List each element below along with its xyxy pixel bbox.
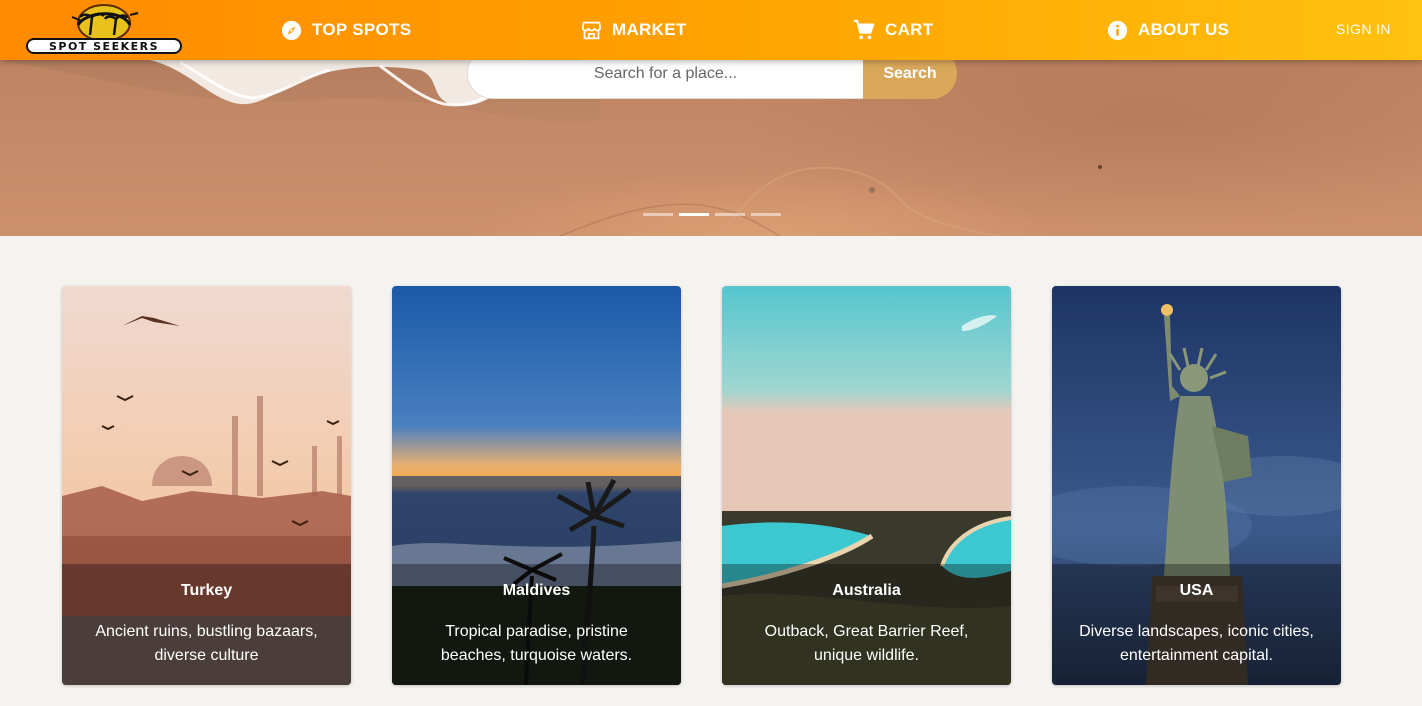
nav-top-spots[interactable]: TOP SPOTS (280, 18, 411, 42)
card-description: Ancient ruins, bustling bazaars, diverse… (95, 623, 318, 664)
card-description: Outback, Great Barrier Reef, unique wild… (764, 623, 969, 664)
nav-market[interactable]: MARKET (580, 18, 687, 42)
carousel-indicators (643, 213, 781, 216)
nav-cart[interactable]: CART (853, 18, 933, 42)
card-title: Turkey (180, 582, 233, 599)
card-description: Diverse landscapes, iconic cities, enter… (1079, 623, 1314, 664)
brand-logo[interactable]: SPOT SEEKERS (26, 3, 182, 57)
brand-name: SPOT SEEKERS (26, 38, 182, 54)
compass-icon (280, 19, 302, 41)
store-icon (580, 19, 602, 41)
destination-card-maldives[interactable]: Maldives Tropical paradise, pristine bea… (392, 286, 681, 685)
destination-card-usa[interactable]: USA Diverse landscapes, iconic cities, e… (1052, 286, 1341, 685)
info-icon (1106, 19, 1128, 41)
carousel-dot[interactable] (643, 213, 673, 216)
nav-about-us[interactable]: ABOUT US (1106, 18, 1229, 42)
nav-label: ABOUT US (1138, 20, 1230, 39)
nav-label: TOP SPOTS (312, 20, 412, 39)
carousel-dot-active[interactable] (679, 213, 709, 216)
sign-in-link[interactable]: SIGN IN (1336, 21, 1391, 37)
top-navbar: SPOT SEEKERS TOP SPOTS MARKET CART ABOUT… (0, 0, 1422, 60)
nav-label: CART (885, 20, 934, 39)
card-title: Maldives (502, 582, 571, 599)
logo-graphic (71, 4, 139, 42)
card-description: Tropical paradise, pristine beaches, tur… (440, 623, 633, 664)
cart-icon (853, 19, 875, 41)
destination-card-australia[interactable]: Australia Outback, Great Barrier Reef, u… (722, 286, 1011, 685)
card-title: USA (1179, 582, 1214, 599)
destination-card-turkey[interactable]: Turkey Ancient ruins, bustling bazaars, … (62, 286, 351, 685)
carousel-dot[interactable] (715, 213, 745, 216)
card-title: Australia (832, 582, 901, 599)
nav-label: MARKET (612, 20, 687, 39)
carousel-dot[interactable] (751, 213, 781, 216)
